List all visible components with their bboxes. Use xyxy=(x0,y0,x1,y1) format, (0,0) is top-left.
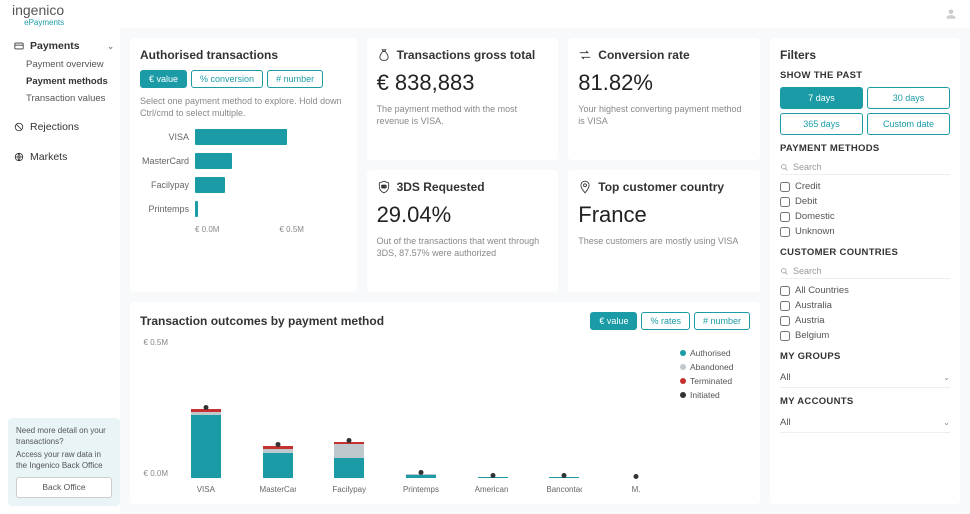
chart-hint: Select one payment method to explore. Ho… xyxy=(140,96,347,119)
filters-panel: Filters SHOW THE PAST 7 days 30 days 365… xyxy=(770,38,960,504)
outcomes-vbar-chart[interactable]: € 0.5M€ 0.0M VISAMasterCardFacilypayPrin… xyxy=(140,338,672,494)
pm-domestic[interactable]: Domestic xyxy=(780,209,950,224)
nav-payment-overview[interactable]: Payment overview xyxy=(8,56,120,73)
back-office-button[interactable]: Back Office xyxy=(16,477,112,498)
chevron-down-icon: ⌄ xyxy=(107,42,114,51)
cc-all[interactable]: All Countries xyxy=(780,283,950,298)
threeds-card: 3D 3DS Requested 29.04% Out of the trans… xyxy=(367,170,559,292)
pill-value[interactable]: € value xyxy=(140,70,187,88)
outcomes-pill-rates[interactable]: % rates xyxy=(641,312,690,330)
pm-debit[interactable]: Debit xyxy=(780,194,950,209)
pm-search[interactable]: Search xyxy=(780,160,950,175)
outcomes-card: Transaction outcomes by payment method €… xyxy=(130,302,760,504)
nav-transaction-values[interactable]: Transaction values xyxy=(8,90,120,107)
nav-payment-methods[interactable]: Payment methods xyxy=(8,73,120,90)
search-icon xyxy=(780,163,789,172)
cc-search[interactable]: Search xyxy=(780,264,950,279)
cc-australia[interactable]: Australia xyxy=(780,298,950,313)
outcomes-legend: Authorised Abandoned Terminated Initiate… xyxy=(680,338,750,494)
gross-total-card: Transactions gross total € 838,883 The p… xyxy=(367,38,559,160)
card-title: Authorised transactions xyxy=(140,48,347,62)
backoffice-card: Need more detail on your transactions? A… xyxy=(8,418,120,506)
top-country-value: France xyxy=(578,202,750,228)
conversion-rate-card: Conversion rate 81.82% Your highest conv… xyxy=(568,38,760,160)
user-icon[interactable] xyxy=(944,7,958,21)
nav-markets[interactable]: Markets xyxy=(8,147,120,167)
outcomes-pill-value[interactable]: € value xyxy=(590,312,637,330)
outcomes-pill-number[interactable]: # number xyxy=(694,312,750,330)
top-country-card: Top customer country France These custom… xyxy=(568,170,760,292)
conversion-icon xyxy=(578,48,592,62)
gross-total-value: € 838,883 xyxy=(377,70,549,96)
pill-number[interactable]: # number xyxy=(267,70,323,88)
sidebar: Payments ⌄ Payment overview Payment meth… xyxy=(0,28,120,514)
location-pin-icon xyxy=(578,180,592,194)
nav-rejections[interactable]: Rejections xyxy=(8,117,120,137)
chevron-down-icon: ⌄ xyxy=(943,418,950,427)
pill-conversion[interactable]: % conversion xyxy=(191,70,263,88)
accounts-select[interactable]: All⌄ xyxy=(780,413,950,433)
groups-select[interactable]: All⌄ xyxy=(780,368,950,388)
pm-unknown[interactable]: Unknown xyxy=(780,224,950,239)
authorised-transactions-card: Authorised transactions € value % conver… xyxy=(130,38,357,292)
authorised-hbar-chart[interactable]: VISAMasterCardFacilypayPrintemps€ 0.0M€ … xyxy=(140,129,347,234)
globe-icon xyxy=(14,152,24,162)
chevron-down-icon: ⌄ xyxy=(943,373,950,382)
filter-custom[interactable]: Custom date xyxy=(867,113,950,135)
cc-belgium[interactable]: Belgium xyxy=(780,328,950,343)
nav-payments[interactable]: Payments ⌄ xyxy=(8,36,120,56)
search-icon xyxy=(780,267,789,276)
shield-icon: 3D xyxy=(377,180,391,194)
filter-30days[interactable]: 30 days xyxy=(867,87,950,109)
threeds-value: 29.04% xyxy=(377,202,549,228)
reject-icon xyxy=(14,122,24,132)
conversion-rate-value: 81.82% xyxy=(578,70,750,96)
svg-text:3D: 3D xyxy=(381,184,386,189)
cc-austria[interactable]: Austria xyxy=(780,313,950,328)
money-bag-icon xyxy=(377,48,391,62)
credit-card-icon xyxy=(14,41,24,51)
filter-7days[interactable]: 7 days xyxy=(780,87,863,109)
filter-365days[interactable]: 365 days xyxy=(780,113,863,135)
logo: ingenico ePayments xyxy=(12,2,64,27)
pm-credit[interactable]: Credit xyxy=(780,179,950,194)
